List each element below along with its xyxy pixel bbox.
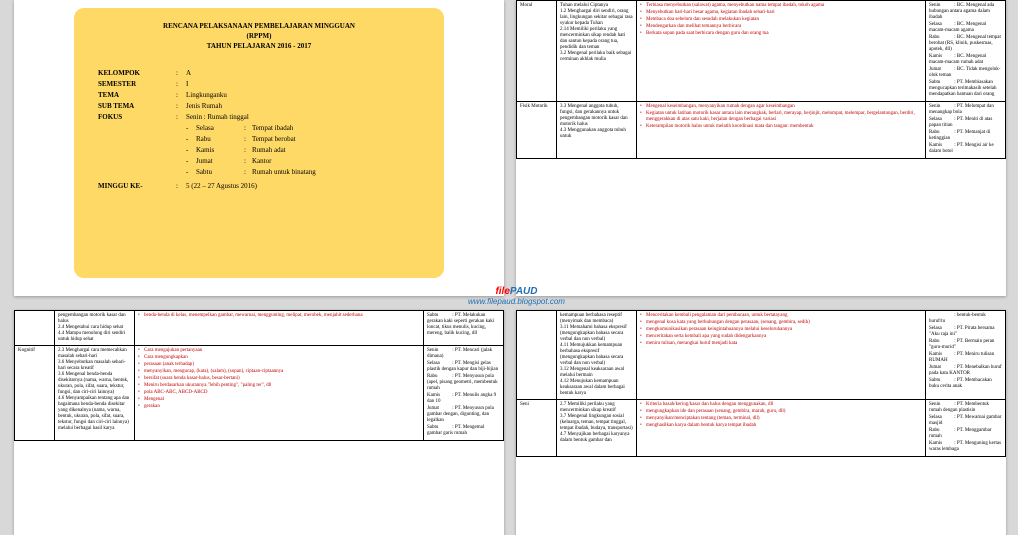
watermark: filePAUD www.filepaud.blogspot.com — [468, 286, 565, 306]
table-bottom-right: kemampuan berbahasa reseptif (menyimak d… — [516, 310, 1006, 457]
cover-title-2: (RPPM) — [98, 32, 420, 42]
table-row: MoralTuhan melalui Ciptanya1.2 Mengharga… — [517, 1, 1006, 102]
table-row: pengembangan motorik kasar dan halus2.4 … — [15, 311, 504, 346]
cover-title-3: TAHUN PELAJARAN 2016 - 2017 — [98, 42, 420, 52]
cover-card: RENCANA PELAKSANAAN PEMBELAJARAN MINGGUA… — [74, 8, 444, 278]
table-row: kemampuan berbahasa reseptif (menyimak d… — [517, 311, 1006, 400]
table-bottom-left: pengembangan motorik kasar dan halus2.4 … — [14, 310, 504, 441]
table-row: Fisik Motorik3.3 Mengenal anggota tubuh,… — [517, 102, 1006, 159]
table-row: Seni2.7 Memiliki perilaku yang mencermin… — [517, 400, 1006, 457]
table-top-right: MoralTuhan melalui Ciptanya1.2 Mengharga… — [516, 0, 1006, 159]
cover-title-1: RENCANA PELAKSANAAN PEMBELAJARAN MINGGUA… — [98, 22, 420, 32]
table-row: Kognitif2.3 Menghargai cara memecahkan m… — [15, 346, 504, 441]
